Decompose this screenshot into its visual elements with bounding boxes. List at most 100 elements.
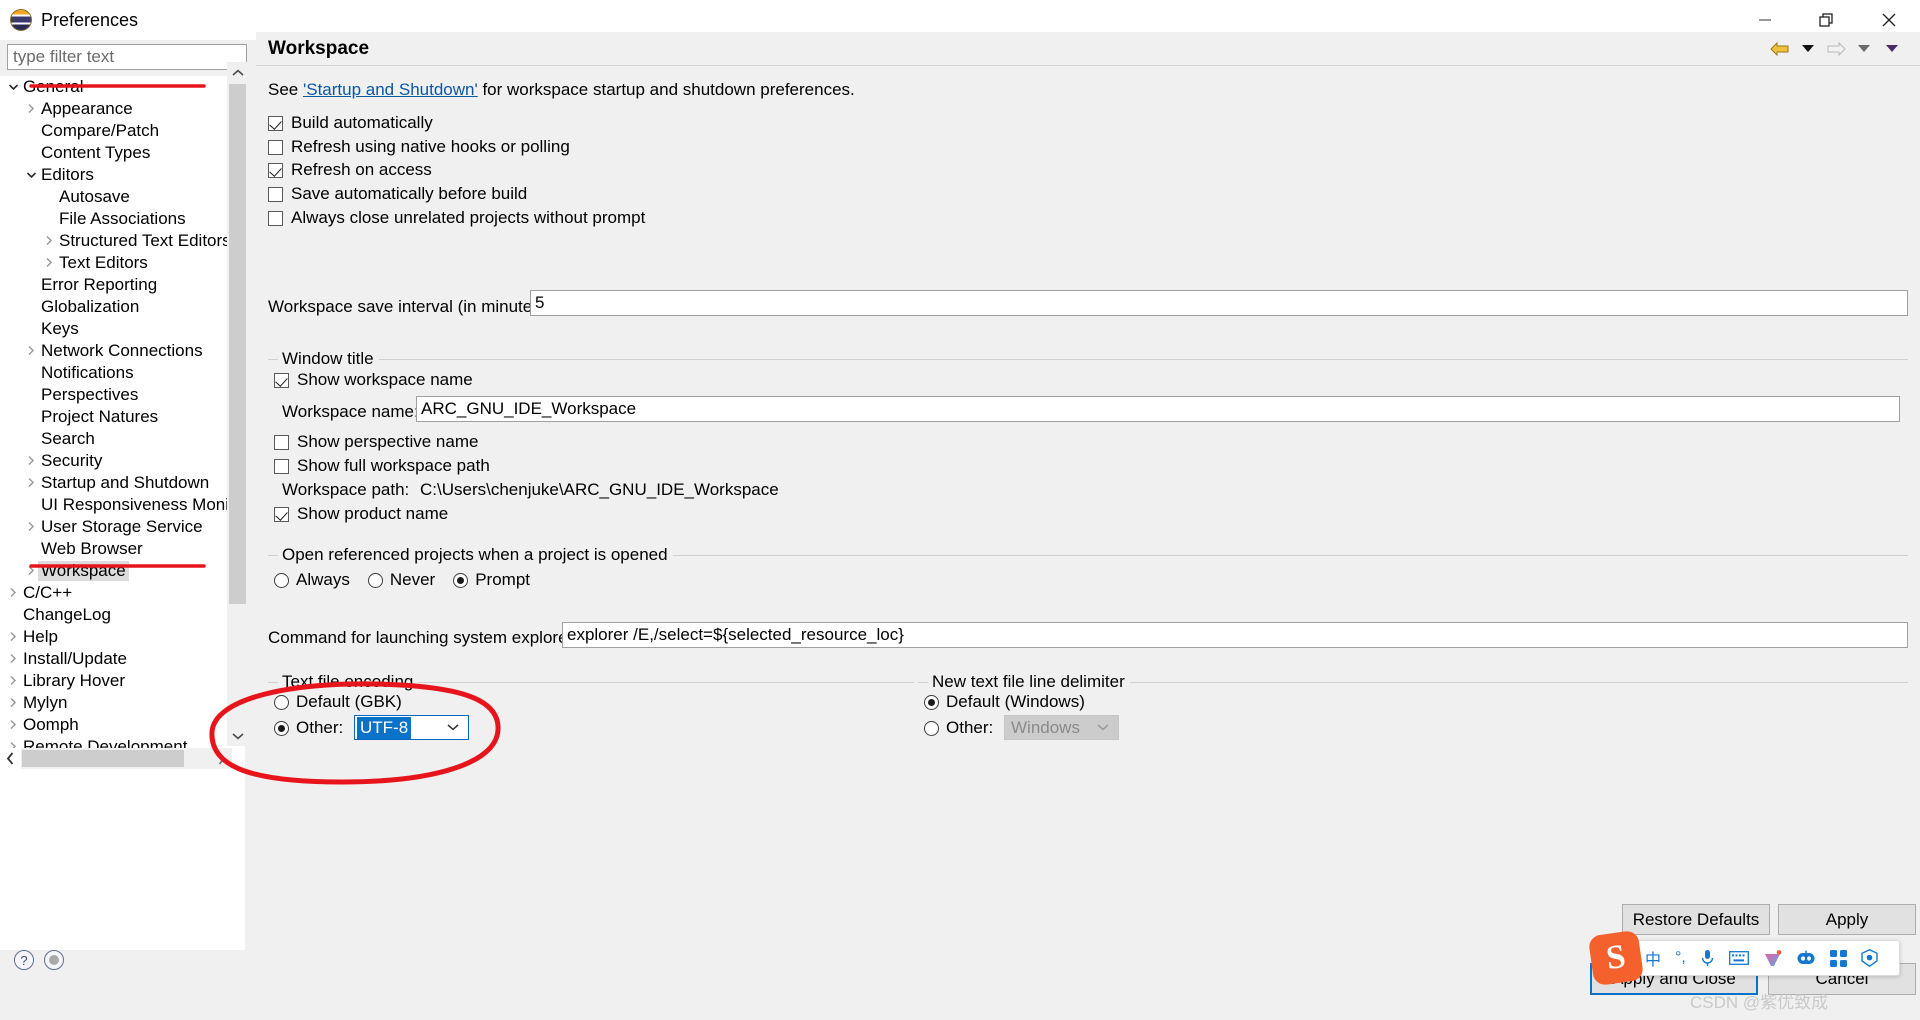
tree-vertical-scrollbar[interactable] bbox=[227, 62, 248, 746]
delimiter-default-radio[interactable]: Default (Windows) bbox=[924, 692, 1085, 712]
workspace-name-input[interactable]: ARC_GNU_IDE_Workspace bbox=[416, 396, 1900, 422]
help-question-icon[interactable]: ? bbox=[14, 950, 34, 970]
encoding-default-radio[interactable]: Default (GBK) bbox=[274, 692, 402, 712]
sidebar-item-file-associations[interactable]: File Associations bbox=[0, 208, 245, 230]
save-interval-input[interactable]: 5 bbox=[530, 290, 1908, 316]
scroll-down-icon[interactable] bbox=[227, 725, 248, 746]
sidebar-item-general[interactable]: General bbox=[0, 76, 245, 98]
sidebar-item-security[interactable]: Security bbox=[0, 450, 245, 472]
scroll-up-icon[interactable] bbox=[227, 62, 248, 83]
sidebar-item-autosave[interactable]: Autosave bbox=[0, 186, 245, 208]
sidebar-item-library-hover[interactable]: Library Hover bbox=[0, 670, 245, 692]
keyboard-icon[interactable] bbox=[1728, 951, 1749, 965]
chevron-right-icon[interactable] bbox=[6, 675, 20, 688]
checkbox-box bbox=[268, 139, 283, 155]
chevron-right-icon[interactable] bbox=[6, 719, 20, 732]
chevron-right-icon[interactable] bbox=[6, 631, 20, 644]
chevron-right-icon[interactable] bbox=[24, 345, 38, 358]
sidebar-item-content-types[interactable]: Content Types bbox=[0, 142, 245, 164]
sogou-logo-icon[interactable]: S bbox=[1587, 929, 1645, 987]
sidebar-item-error-reporting[interactable]: Error Reporting bbox=[0, 274, 245, 296]
sidebar-item-appearance[interactable]: Appearance bbox=[0, 98, 245, 120]
chevron-down-icon[interactable] bbox=[24, 169, 38, 181]
ime-punctuation-icon[interactable]: °, bbox=[1675, 949, 1686, 967]
chevron-right-icon[interactable] bbox=[42, 257, 56, 270]
sidebar-item-web-browser[interactable]: Web Browser bbox=[0, 538, 245, 560]
sidebar-item-perspectives[interactable]: Perspectives bbox=[0, 384, 245, 406]
checkbox-box bbox=[274, 506, 289, 522]
sidebar-item-help[interactable]: Help bbox=[0, 626, 245, 648]
sidebar-item-globalization[interactable]: Globalization bbox=[0, 296, 245, 318]
tree-hscrollbar-thumb[interactable] bbox=[22, 750, 184, 767]
chevron-right-icon[interactable] bbox=[24, 455, 38, 468]
tree-horizontal-scrollbar[interactable] bbox=[0, 748, 232, 769]
show-perspective-name-checkbox[interactable]: Show perspective name bbox=[274, 432, 478, 452]
show-full-workspace-path-checkbox[interactable]: Show full workspace path bbox=[274, 456, 490, 476]
view-menu-icon[interactable] bbox=[1878, 36, 1906, 62]
show-workspace-name-checkbox[interactable]: Show workspace name bbox=[274, 370, 473, 390]
sidebar-item-text-editors[interactable]: Text Editors bbox=[0, 252, 245, 274]
chevron-right-icon[interactable] bbox=[24, 565, 38, 578]
sidebar-item-oomph[interactable]: Oomph bbox=[0, 714, 245, 736]
checkbox-refresh-using-native-hooks-or-polling[interactable]: Refresh using native hooks or polling bbox=[268, 137, 570, 157]
sidebar-item-notifications[interactable]: Notifications bbox=[0, 362, 245, 384]
back-dropdown-icon[interactable] bbox=[1794, 36, 1822, 62]
sidebar-item-project-natures[interactable]: Project Natures bbox=[0, 406, 245, 428]
chevron-down-icon[interactable] bbox=[6, 81, 20, 93]
checkbox-refresh-on-access[interactable]: Refresh on access bbox=[268, 160, 432, 180]
radio-prompt[interactable]: Prompt bbox=[453, 570, 530, 590]
sidebar-item-c-c[interactable]: C/C++ bbox=[0, 582, 245, 604]
radio-never[interactable]: Never bbox=[367, 570, 435, 590]
sidebar-item-changelog[interactable]: ChangeLog bbox=[0, 604, 245, 626]
chevron-right-icon[interactable] bbox=[6, 653, 20, 666]
chevron-right-icon[interactable] bbox=[6, 697, 20, 710]
search-input[interactable] bbox=[7, 44, 247, 70]
status-dot-icon[interactable] bbox=[44, 950, 64, 970]
sidebar-item-compare-patch[interactable]: Compare/Patch bbox=[0, 120, 245, 142]
sidebar-item-ui-responsiveness-monito[interactable]: UI Responsiveness Monito bbox=[0, 494, 245, 516]
sidebar-item-startup-and-shutdown[interactable]: Startup and Shutdown bbox=[0, 472, 245, 494]
sidebar-item-search[interactable]: Search bbox=[0, 428, 245, 450]
show-product-name-checkbox[interactable]: Show product name bbox=[274, 504, 448, 524]
chevron-right-icon[interactable] bbox=[24, 521, 38, 534]
sidebar-item-structured-text-editors[interactable]: Structured Text Editors bbox=[0, 230, 245, 252]
mic-icon[interactable] bbox=[1700, 949, 1715, 967]
robot-icon[interactable] bbox=[1796, 950, 1816, 966]
encoding-other-radio[interactable]: Other: bbox=[274, 718, 343, 738]
radio-always[interactable]: Always bbox=[274, 570, 350, 590]
command-explorer-input[interactable]: explorer /E,/select=${selected_resource_… bbox=[562, 622, 1908, 648]
sidebar-item-label: Editors bbox=[41, 165, 94, 184]
page-nav-icons bbox=[1766, 36, 1920, 62]
sidebar-item-editors[interactable]: Editors bbox=[0, 164, 245, 186]
checkbox-box bbox=[268, 162, 283, 178]
settings-icon[interactable] bbox=[1861, 949, 1878, 967]
preferences-tree[interactable]: General Appearance Compare/Patch Content Ty… bbox=[0, 76, 245, 950]
back-arrow-icon[interactable] bbox=[1766, 36, 1794, 62]
scroll-left-icon[interactable] bbox=[0, 748, 21, 769]
ime-chinese-icon[interactable]: 中 bbox=[1645, 946, 1661, 970]
tree-scrollbar-thumb[interactable] bbox=[229, 84, 246, 604]
restore-defaults-button[interactable]: Restore Defaults bbox=[1622, 904, 1770, 935]
startup-and-shutdown-link[interactable]: 'Startup and Shutdown' bbox=[303, 80, 478, 99]
chevron-right-icon[interactable] bbox=[24, 477, 38, 490]
checkbox-build-automatically[interactable]: Build automatically bbox=[268, 113, 433, 133]
sidebar-item-workspace[interactable]: Workspace bbox=[0, 560, 245, 582]
chevron-right-icon[interactable] bbox=[6, 587, 20, 600]
sidebar-item-install-update[interactable]: Install/Update bbox=[0, 648, 245, 670]
checkbox-always-close-unrelated-projects-without-prompt[interactable]: Always close unrelated projects without … bbox=[268, 208, 645, 228]
line-delimiter-group: New text file line delimiter Default (Wi… bbox=[918, 672, 1908, 766]
apply-button[interactable]: Apply bbox=[1778, 904, 1916, 935]
sidebar-item-user-storage-service[interactable]: User Storage Service bbox=[0, 516, 245, 538]
apps-icon[interactable] bbox=[1829, 949, 1847, 967]
sidebar-item-network-connections[interactable]: Network Connections bbox=[0, 340, 245, 362]
checkbox-save-automatically-before-build[interactable]: Save automatically before build bbox=[268, 184, 527, 204]
chevron-right-icon[interactable] bbox=[42, 235, 56, 248]
chevron-right-icon[interactable] bbox=[24, 103, 38, 116]
toolbox-icon[interactable] bbox=[1763, 949, 1782, 967]
forward-dropdown-icon[interactable] bbox=[1850, 36, 1878, 62]
sidebar-item-keys[interactable]: Keys bbox=[0, 318, 245, 340]
sidebar-item-mylyn[interactable]: Mylyn bbox=[0, 692, 245, 714]
encoding-combo[interactable]: UTF-8 bbox=[354, 715, 469, 740]
delimiter-other-radio[interactable]: Other: bbox=[924, 718, 993, 738]
scroll-right-icon[interactable] bbox=[211, 748, 232, 769]
